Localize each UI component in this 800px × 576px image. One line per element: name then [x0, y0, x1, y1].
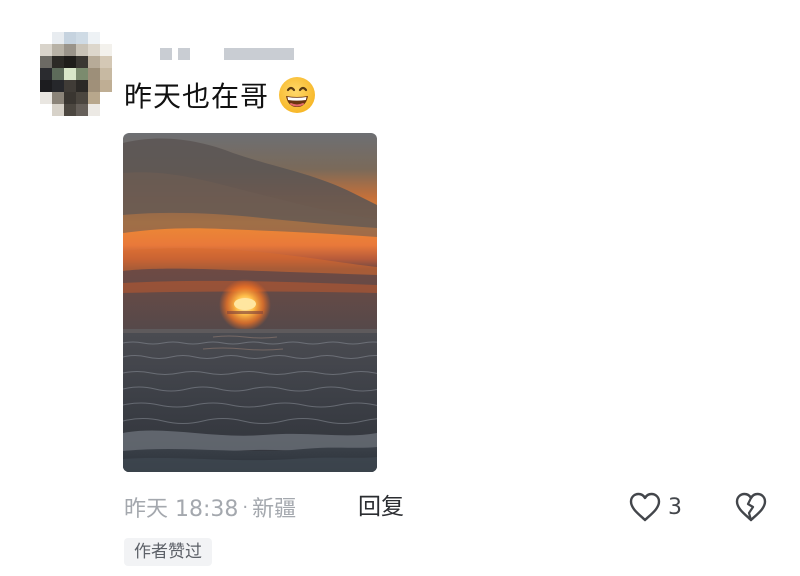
avatar[interactable] [40, 32, 112, 116]
sunset-photo[interactable] [123, 133, 377, 472]
sunset-over-sea-photo [123, 133, 377, 472]
comment-meta: 昨天 18:38 · 新疆 [124, 490, 296, 524]
comment-time: 昨天 18:38 [124, 497, 239, 522]
reply-button[interactable]: 回复 [358, 490, 404, 524]
like-button[interactable]: 3 [628, 490, 682, 524]
username-redacted[interactable] [160, 46, 320, 62]
grinning-face-emoji-icon [279, 77, 316, 113]
dislike-button[interactable] [734, 491, 768, 525]
comment-body: 昨天也在哥 [124, 80, 270, 113]
comment-text: 昨天也在哥 [124, 72, 317, 118]
author-liked-badge: 作者赞过 [124, 538, 212, 566]
like-count: 3 [668, 494, 682, 520]
meta-separator: · [242, 496, 249, 518]
heart-outline-icon [629, 492, 661, 522]
comment-location: 新疆 [252, 497, 297, 522]
broken-heart-icon [735, 492, 767, 522]
